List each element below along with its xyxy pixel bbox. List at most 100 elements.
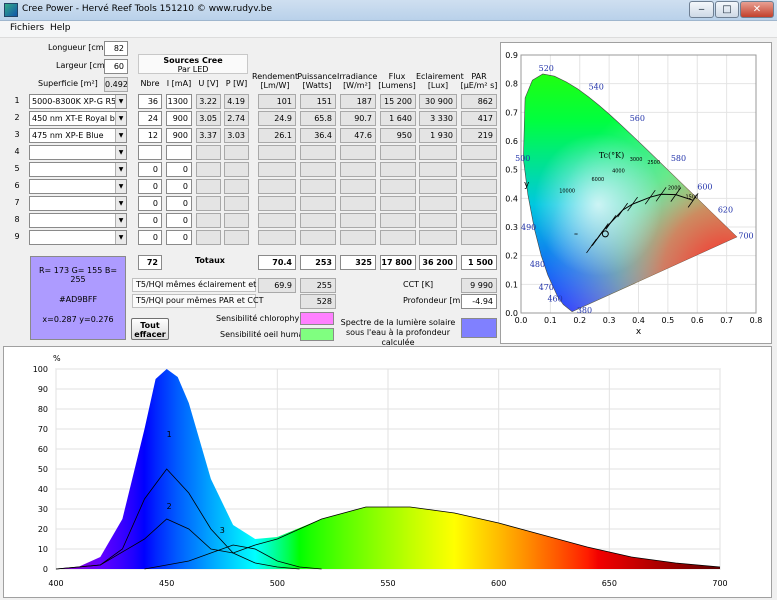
source-select[interactable]: ▼ bbox=[29, 196, 127, 211]
cell-flux: 1 640 bbox=[380, 111, 416, 126]
cie-y-tick-label: 0.7 bbox=[505, 108, 518, 117]
cie-y-tick-label: 0.4 bbox=[505, 194, 518, 203]
cell-i[interactable]: 900 bbox=[166, 128, 192, 143]
cie-x-tick-label: 0.3 bbox=[603, 316, 616, 325]
cell-i[interactable]: 1300 bbox=[166, 94, 192, 109]
row-number: 8 bbox=[14, 215, 20, 224]
y-tick-label: 90 bbox=[38, 385, 48, 394]
cell-p: 2.74 bbox=[224, 111, 249, 126]
cell-nbre[interactable]: 24 bbox=[138, 111, 162, 126]
cct-tick-label: 10000 bbox=[559, 189, 575, 195]
curve-label: 1 bbox=[167, 430, 172, 439]
source-select[interactable]: ▼ bbox=[29, 179, 127, 194]
sun-spectrum-swatch[interactable] bbox=[461, 318, 497, 338]
cie-y-tick-label: 0.2 bbox=[505, 252, 518, 261]
dropdown-arrow-icon[interactable]: ▼ bbox=[115, 146, 126, 159]
cell-par bbox=[461, 162, 497, 177]
row-number: 6 bbox=[14, 181, 20, 190]
cell-ecl bbox=[419, 145, 457, 160]
superficie-label: Superficie [m²] bbox=[38, 79, 98, 88]
minimize-button[interactable]: ‒ bbox=[689, 1, 714, 18]
cell-flux bbox=[380, 145, 416, 160]
cell-nbre[interactable] bbox=[138, 145, 162, 160]
cell-par: 862 bbox=[461, 94, 497, 109]
cell-par: 219 bbox=[461, 128, 497, 143]
cell-nbre[interactable]: 0 bbox=[138, 213, 162, 228]
cell-i[interactable]: 0 bbox=[166, 196, 192, 211]
dropdown-arrow-icon[interactable]: ▼ bbox=[115, 129, 126, 142]
cell-nbre[interactable]: 0 bbox=[138, 162, 162, 177]
close-button[interactable]: ✕ bbox=[740, 1, 774, 18]
source-select[interactable]: ▼ bbox=[29, 213, 127, 228]
cell-nbre[interactable]: 0 bbox=[138, 196, 162, 211]
t5-same-value-1: 69.9 bbox=[258, 278, 296, 293]
cell-i[interactable] bbox=[166, 145, 192, 160]
profondeur-input[interactable]: -4.94 bbox=[461, 294, 497, 309]
source-select[interactable]: 475 nm XP-E Blue ▼ bbox=[29, 128, 127, 143]
source-select[interactable]: ▼ bbox=[29, 145, 127, 160]
source-select[interactable]: 450 nm XT-E Royal blue ▼ bbox=[29, 111, 127, 126]
y-tick-label: 0 bbox=[43, 565, 48, 574]
cie-y-axis-label: y bbox=[524, 180, 530, 190]
xy-values: x=0.287 y=0.276 bbox=[42, 315, 114, 324]
maximize-button[interactable]: □ bbox=[715, 1, 739, 18]
cell-nbre[interactable]: 12 bbox=[138, 128, 162, 143]
t5-same-value-2: 255 bbox=[300, 278, 336, 293]
cell-nbre[interactable]: 36 bbox=[138, 94, 162, 109]
cell-nbre[interactable]: 0 bbox=[138, 179, 162, 194]
t5-par-label: T5/HQI pour mêmes PAR et CCT bbox=[136, 296, 264, 305]
x-tick-label: 550 bbox=[380, 579, 395, 588]
cell-nbre[interactable]: 0 bbox=[138, 230, 162, 245]
dropdown-arrow-icon[interactable]: ▼ bbox=[115, 95, 126, 108]
y-tick-label: 60 bbox=[38, 445, 48, 454]
clear-all-button[interactable]: Tout effacer bbox=[131, 318, 169, 340]
dropdown-arrow-icon[interactable]: ▼ bbox=[115, 197, 126, 210]
largeur-input[interactable]: 60 bbox=[104, 59, 128, 74]
source-select[interactable]: 5000-8300K XP-G R5 ▼ bbox=[29, 94, 127, 109]
cie-y-tick-label: 0.6 bbox=[505, 137, 518, 146]
cell-puis: 65.8 bbox=[300, 111, 336, 126]
cell-puis bbox=[300, 179, 336, 194]
total-flux: 17 800 bbox=[380, 255, 416, 270]
wavelength-label: 600 bbox=[697, 183, 712, 192]
sens-chloro-swatch[interactable] bbox=[300, 312, 334, 325]
wavelength-label: 520 bbox=[539, 64, 554, 73]
rgb-values: R= 173 G= 155 B= 255 bbox=[38, 266, 118, 284]
cie-x-tick-label: 0.5 bbox=[662, 316, 675, 325]
cell-irr bbox=[340, 230, 376, 245]
total-rendement: 70.4 bbox=[258, 255, 296, 270]
cie-x-tick-label: 0.7 bbox=[720, 316, 733, 325]
menu-help[interactable]: Help bbox=[47, 23, 74, 33]
cell-ecl: 30 900 bbox=[419, 94, 457, 109]
longueur-input[interactable]: 82 bbox=[104, 41, 128, 56]
cell-ecl bbox=[419, 162, 457, 177]
cell-i[interactable]: 0 bbox=[166, 230, 192, 245]
cell-ecl: 3 330 bbox=[419, 111, 457, 126]
sun-spectrum-label: Spectre de la lumière solaire sous l'eau… bbox=[340, 318, 456, 347]
cell-i[interactable]: 900 bbox=[166, 111, 192, 126]
dropdown-arrow-icon[interactable]: ▼ bbox=[115, 214, 126, 227]
dropdown-arrow-icon[interactable]: ▼ bbox=[115, 180, 126, 193]
dropdown-arrow-icon[interactable]: ▼ bbox=[115, 231, 126, 244]
x-tick-label: 600 bbox=[491, 579, 506, 588]
cell-p bbox=[224, 213, 249, 228]
cct-tick-label: ∞ bbox=[574, 232, 578, 238]
cell-rend bbox=[258, 162, 296, 177]
source-select[interactable]: ▼ bbox=[29, 230, 127, 245]
x-tick-label: 400 bbox=[48, 579, 63, 588]
cell-u: 3.22 bbox=[196, 94, 221, 109]
flux-header: Flux [Lumens] bbox=[378, 72, 416, 90]
cell-i[interactable]: 0 bbox=[166, 179, 192, 194]
cct-label: CCT [K] bbox=[403, 280, 434, 289]
menu-fichiers[interactable]: Fichiers bbox=[7, 23, 47, 33]
par-led-label: Par LED bbox=[177, 65, 209, 74]
sens-oeil-swatch[interactable] bbox=[300, 328, 334, 341]
dropdown-arrow-icon[interactable]: ▼ bbox=[115, 163, 126, 176]
cell-par bbox=[461, 145, 497, 160]
cell-i[interactable]: 0 bbox=[166, 213, 192, 228]
row-number: 7 bbox=[14, 198, 20, 207]
t5-same-label: T5/HQI mêmes éclairement et CCT bbox=[136, 280, 275, 289]
dropdown-arrow-icon[interactable]: ▼ bbox=[115, 112, 126, 125]
source-select[interactable]: ▼ bbox=[29, 162, 127, 177]
cell-i[interactable]: 0 bbox=[166, 162, 192, 177]
